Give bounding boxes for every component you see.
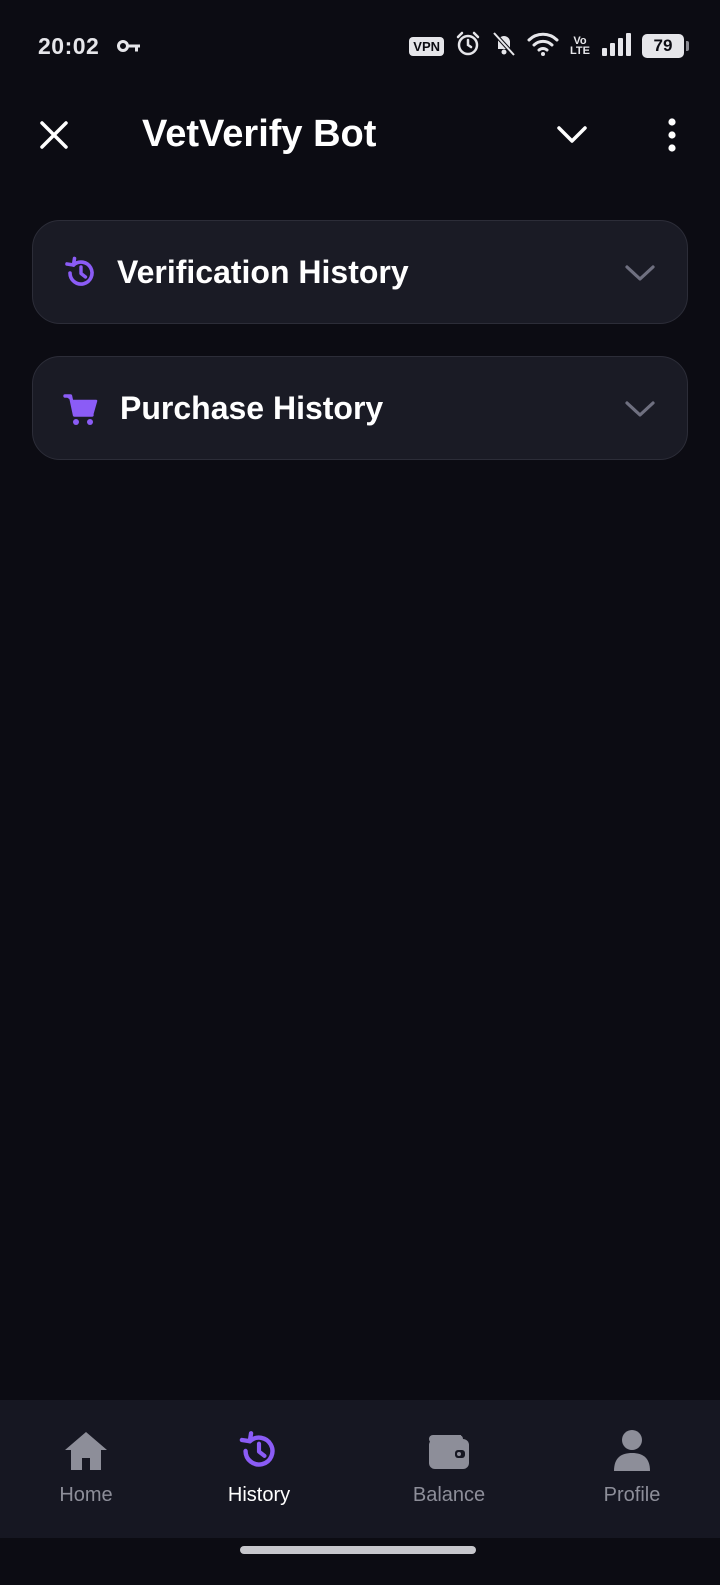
purchase-history-section[interactable]: Purchase History [32,356,688,460]
page-title: VetVerify Bot [142,113,377,155]
home-indicator[interactable] [240,1546,476,1554]
close-button[interactable] [34,115,74,155]
more-vertical-icon [668,118,676,152]
chevron-down-icon [625,401,655,417]
verification-history-section[interactable]: Verification History [32,220,688,324]
nav-label: History [227,1484,291,1506]
history-icon [65,256,94,286]
cart-icon [63,394,98,425]
vpn-key-icon [117,39,141,53]
chevron-down-icon [557,126,587,143]
nav-label: Profile [603,1484,661,1506]
status-bar: 20:02 VPN Vo LTE 79 [0,0,720,92]
signal-icon [601,32,631,61]
volte-indicator: Vo LTE [570,36,590,57]
section-label: Verification History [117,253,409,290]
home-icon [62,1428,110,1474]
volte-bottom: LTE [570,45,590,57]
notifications-off-icon [492,31,516,62]
nav-label: Balance [412,1484,486,1506]
battery-indicator: 79 [642,34,689,58]
more-options-button[interactable] [652,113,692,157]
status-time: 20:02 [38,32,100,59]
bottom-navigation: Home History Balance Profile [0,1400,720,1538]
nav-item-balance[interactable]: Balance [400,1400,498,1538]
person-icon [608,1428,656,1474]
vpn-badge: VPN [409,36,445,56]
wallet-icon [425,1428,473,1474]
status-icons: VPN Vo LTE 79 [409,31,689,62]
alarm-icon [455,31,481,62]
minimize-button[interactable] [552,115,592,155]
chevron-down-icon [625,265,655,281]
wifi-icon [527,32,559,61]
nav-item-home[interactable]: Home [44,1400,128,1538]
app-header: VetVerify Bot [0,95,720,175]
nav-item-profile[interactable]: Profile [590,1400,674,1538]
section-label: Purchase History [120,389,384,426]
nav-item-history[interactable]: History [222,1400,296,1538]
close-icon [40,121,68,149]
history-icon [235,1428,283,1474]
nav-label: Home [59,1484,113,1506]
